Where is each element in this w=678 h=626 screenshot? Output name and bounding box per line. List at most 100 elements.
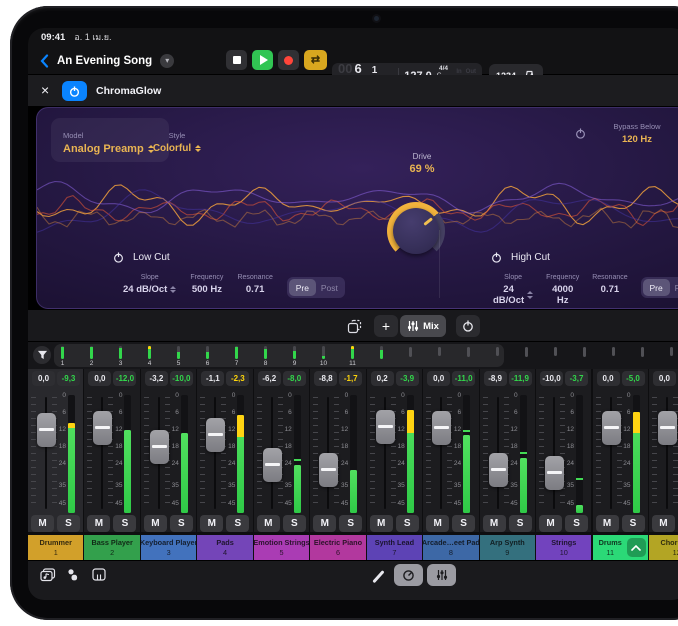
high-cut-frequency[interactable]: Frequency 4000 Hz xyxy=(546,274,579,306)
cycle-button[interactable]: ⇄ xyxy=(304,50,327,70)
mute-button[interactable]: M xyxy=(257,515,280,532)
mute-button[interactable]: M xyxy=(483,515,506,532)
volume-fader[interactable] xyxy=(93,411,112,445)
solo-button[interactable]: S xyxy=(509,515,532,532)
browser-button[interactable] xyxy=(40,568,56,587)
solo-button[interactable]: S xyxy=(565,515,588,532)
solo-button[interactable]: S xyxy=(283,515,306,532)
low-cut-resonance[interactable]: Resonance 0.71 xyxy=(237,274,272,295)
high-cut-resonance[interactable]: Resonance 0.71 xyxy=(592,274,627,295)
track-name-label[interactable]: Arp Synth 9 xyxy=(480,535,535,560)
track-name-label[interactable]: Emotion Strings 5 xyxy=(254,535,309,560)
volume-fader[interactable] xyxy=(37,413,56,447)
volume-fader[interactable] xyxy=(150,430,169,464)
add-track-button[interactable]: + xyxy=(374,315,398,337)
high-cut-power-button[interactable] xyxy=(491,252,502,263)
volume-fader[interactable] xyxy=(489,453,508,487)
level-value-badge[interactable]: -3,7 xyxy=(565,371,588,386)
level-control[interactable]: Level 0.0 xyxy=(663,122,678,154)
low-cut-frequency[interactable]: Frequency 500 Hz xyxy=(190,274,223,295)
track-name-label[interactable]: Bass Player 2 xyxy=(84,535,139,560)
track-name-label[interactable]: Electric Piano 6 xyxy=(310,535,365,560)
pan-value-badge[interactable]: 0,0 xyxy=(653,371,676,386)
mute-button[interactable]: M xyxy=(144,515,167,532)
stop-button[interactable] xyxy=(226,50,247,70)
mute-button[interactable]: M xyxy=(200,515,223,532)
pencil-icon[interactable] xyxy=(372,570,384,583)
volume-fader[interactable] xyxy=(545,456,564,490)
track-name-label[interactable]: Strings 10 xyxy=(536,535,591,560)
solo-button[interactable]: S xyxy=(113,515,136,532)
high-cut-slope[interactable]: Slope 24 dB/Oct xyxy=(493,274,533,306)
slope-stepper-icon[interactable] xyxy=(527,291,533,299)
high-cut-post-option[interactable]: Post xyxy=(670,279,678,296)
pan-value-badge[interactable]: 0,0 xyxy=(597,371,620,386)
solo-button[interactable]: S xyxy=(57,515,80,532)
play-button[interactable] xyxy=(252,50,273,70)
track-name-label[interactable]: Synth Lead 7 xyxy=(367,535,422,560)
bypass-power-button[interactable] xyxy=(575,126,586,144)
volume-fader[interactable] xyxy=(432,411,451,445)
low-cut-power-button[interactable] xyxy=(113,252,124,263)
solo-button[interactable]: S xyxy=(622,515,645,532)
solo-button[interactable]: S xyxy=(339,515,362,532)
volume-fader[interactable] xyxy=(658,411,677,445)
low-cut-slope[interactable]: Slope 24 dB/Oct xyxy=(123,274,176,295)
mute-button[interactable]: M xyxy=(652,515,675,532)
track-name-label[interactable]: Pads 4 xyxy=(197,535,252,560)
mute-button[interactable]: M xyxy=(31,515,54,532)
routing-button[interactable] xyxy=(66,568,80,587)
drive-knob[interactable] xyxy=(387,202,445,260)
mute-button[interactable]: M xyxy=(313,515,336,532)
solo-button[interactable]: S xyxy=(226,515,249,532)
level-value-badge[interactable]: -11,0 xyxy=(452,371,475,386)
track-name-label[interactable]: Chorus V 12 xyxy=(649,535,678,560)
pan-value-badge[interactable]: 0,0 xyxy=(88,371,111,386)
song-title[interactable]: An Evening Song xyxy=(57,55,152,67)
level-value-badge[interactable]: -8,0 xyxy=(283,371,306,386)
close-plugin-icon[interactable]: × xyxy=(41,82,49,99)
pan-value-badge[interactable]: -10,0 xyxy=(540,371,563,386)
mute-button[interactable]: M xyxy=(426,515,449,532)
pan-value-badge[interactable]: 0,0 xyxy=(427,371,450,386)
volume-fader[interactable] xyxy=(319,453,338,487)
keyboard-button[interactable] xyxy=(92,568,106,586)
pan-value-badge[interactable]: 0,2 xyxy=(371,371,394,386)
knob-view-button[interactable] xyxy=(394,564,423,586)
level-value-badge[interactable]: -5,0 xyxy=(622,371,645,386)
level-value-badge[interactable]: -2,3 xyxy=(226,371,249,386)
duplicate-button[interactable] xyxy=(342,315,366,337)
mute-button[interactable]: M xyxy=(596,515,619,532)
pan-value-badge[interactable]: -8,8 xyxy=(314,371,337,386)
plugin-power-button[interactable] xyxy=(62,81,87,101)
mute-button[interactable]: M xyxy=(539,515,562,532)
level-value-badge[interactable]: -3,9 xyxy=(396,371,419,386)
level-value-badge[interactable]: -1,7 xyxy=(339,371,362,386)
solo-button[interactable]: S xyxy=(170,515,193,532)
high-cut-pre-option[interactable]: Pre xyxy=(643,279,670,296)
pan-value-badge[interactable]: -6,2 xyxy=(258,371,281,386)
level-value-badge[interactable]: -12,0 xyxy=(113,371,136,386)
song-menu-chevron-icon[interactable]: ▾ xyxy=(160,54,174,68)
mute-button[interactable]: M xyxy=(370,515,393,532)
low-cut-post-option[interactable]: Post xyxy=(316,279,343,296)
filter-button[interactable] xyxy=(33,346,51,364)
level-value-badge[interactable]: -10,0 xyxy=(170,371,193,386)
style-selector[interactable]: Style Colorful xyxy=(137,125,217,154)
volume-fader[interactable] xyxy=(206,418,225,452)
style-stepper-icon[interactable] xyxy=(195,145,201,153)
record-button[interactable] xyxy=(278,50,299,70)
level-value-badge[interactable]: -9,3 xyxy=(57,371,80,386)
volume-fader[interactable] xyxy=(376,410,395,444)
slope-stepper-icon[interactable] xyxy=(170,286,176,294)
solo-button[interactable]: S xyxy=(396,515,419,532)
volume-fader[interactable] xyxy=(602,411,621,445)
back-chevron-icon[interactable] xyxy=(40,54,49,68)
track-name-label[interactable]: Arcade…eet Pad 8 xyxy=(423,535,478,560)
pan-value-badge[interactable]: 0,0 xyxy=(32,371,55,386)
pan-value-badge[interactable]: -1,1 xyxy=(201,371,224,386)
volume-fader[interactable] xyxy=(263,448,282,482)
solo-button[interactable]: S xyxy=(452,515,475,532)
fader-view-button[interactable] xyxy=(427,564,456,586)
pan-value-badge[interactable]: -3,2 xyxy=(145,371,168,386)
